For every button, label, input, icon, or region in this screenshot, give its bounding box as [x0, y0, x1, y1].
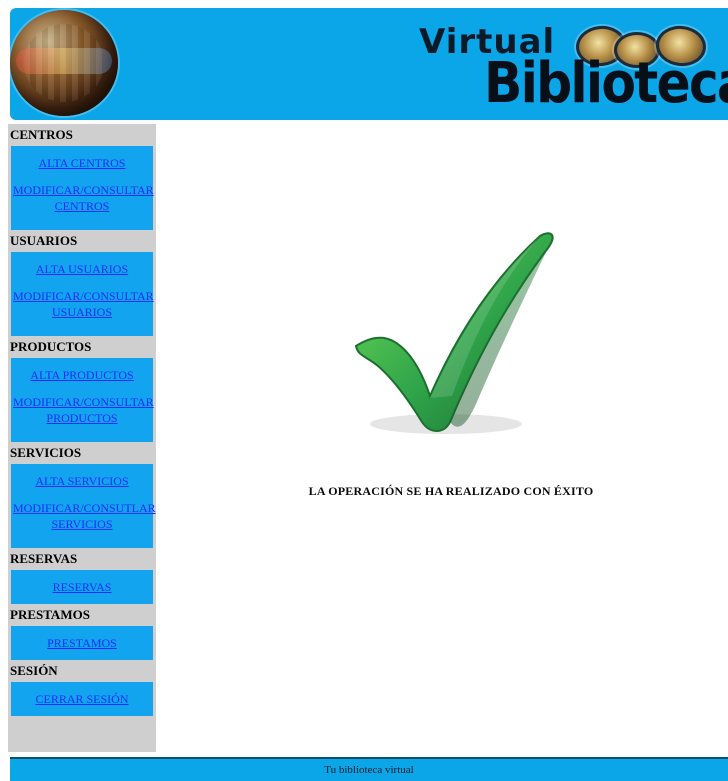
alta-centros-link[interactable]: ALTA CENTROS [11, 146, 153, 180]
sidebar-menu-productos: ALTA PRODUCTOS MODIFICAR/CONSULTAR PRODU… [8, 358, 156, 442]
cerrar-sesion-link[interactable]: CERRAR SESIÓN [11, 682, 153, 716]
modificar-consultar-usuarios-link[interactable]: MODIFICAR/CONSULTAR USUARIOS [11, 286, 154, 336]
footer-text: Tu biblioteca virtual [324, 764, 414, 776]
sidebar-section-prestamos: PRESTAMOS [8, 604, 156, 626]
sidebar-menu-usuarios: ALTA USUARIOS MODIFICAR/CONSULTAR USUARI… [8, 252, 156, 336]
modificar-consultar-servicios-link[interactable]: MODIFICAR/CONSUTLAR SERVICIOS [11, 498, 156, 548]
sidebar-section-sesion: SESIÓN [8, 660, 156, 682]
sidebar-section-servicios: SERVICIOS [8, 442, 156, 464]
alta-servicios-link[interactable]: ALTA SERVICIOS [11, 464, 153, 498]
sidebar-section-reservas: RESERVAS [8, 548, 156, 570]
success-message: LA OPERACIÓN SE HA REALIZADO CON ÉXITO [308, 484, 594, 498]
footer: Tu biblioteca virtual [10, 757, 728, 781]
alta-productos-link[interactable]: ALTA PRODUCTOS [11, 358, 153, 392]
alta-usuarios-link[interactable]: ALTA USUARIOS [11, 252, 153, 286]
header-banner: Virtual Biblioteca [10, 8, 728, 120]
header-title-biblioteca: Biblioteca [484, 51, 728, 116]
globe-books-icon [10, 10, 118, 116]
sidebar-menu-prestamos: PRESTAMOS [8, 626, 156, 660]
modificar-consultar-centros-link[interactable]: MODIFICAR/CONSULTAR CENTROS [11, 180, 154, 230]
prestamos-link[interactable]: PRESTAMOS [11, 626, 153, 660]
sidebar-menu-centros: ALTA CENTROS MODIFICAR/CONSULTAR CENTROS [8, 146, 156, 230]
checkmark-icon [354, 232, 554, 434]
sidebar: CENTROS ALTA CENTROS MODIFICAR/CONSULTAR… [8, 124, 156, 752]
sidebar-section-productos: PRODUCTOS [8, 336, 156, 358]
reservas-link[interactable]: RESERVAS [11, 570, 153, 604]
sidebar-section-usuarios: USUARIOS [8, 230, 156, 252]
sidebar-menu-reservas: RESERVAS [8, 570, 156, 604]
main-content: LA OPERACIÓN SE HA REALIZADO CON ÉXITO [156, 124, 728, 752]
sidebar-menu-sesion: CERRAR SESIÓN [8, 682, 156, 716]
modificar-consultar-productos-link[interactable]: MODIFICAR/CONSULTAR PRODUCTOS [11, 392, 154, 442]
sidebar-menu-servicios: ALTA SERVICIOS MODIFICAR/CONSUTLAR SERVI… [8, 464, 156, 548]
sidebar-section-centros: CENTROS [8, 124, 156, 146]
